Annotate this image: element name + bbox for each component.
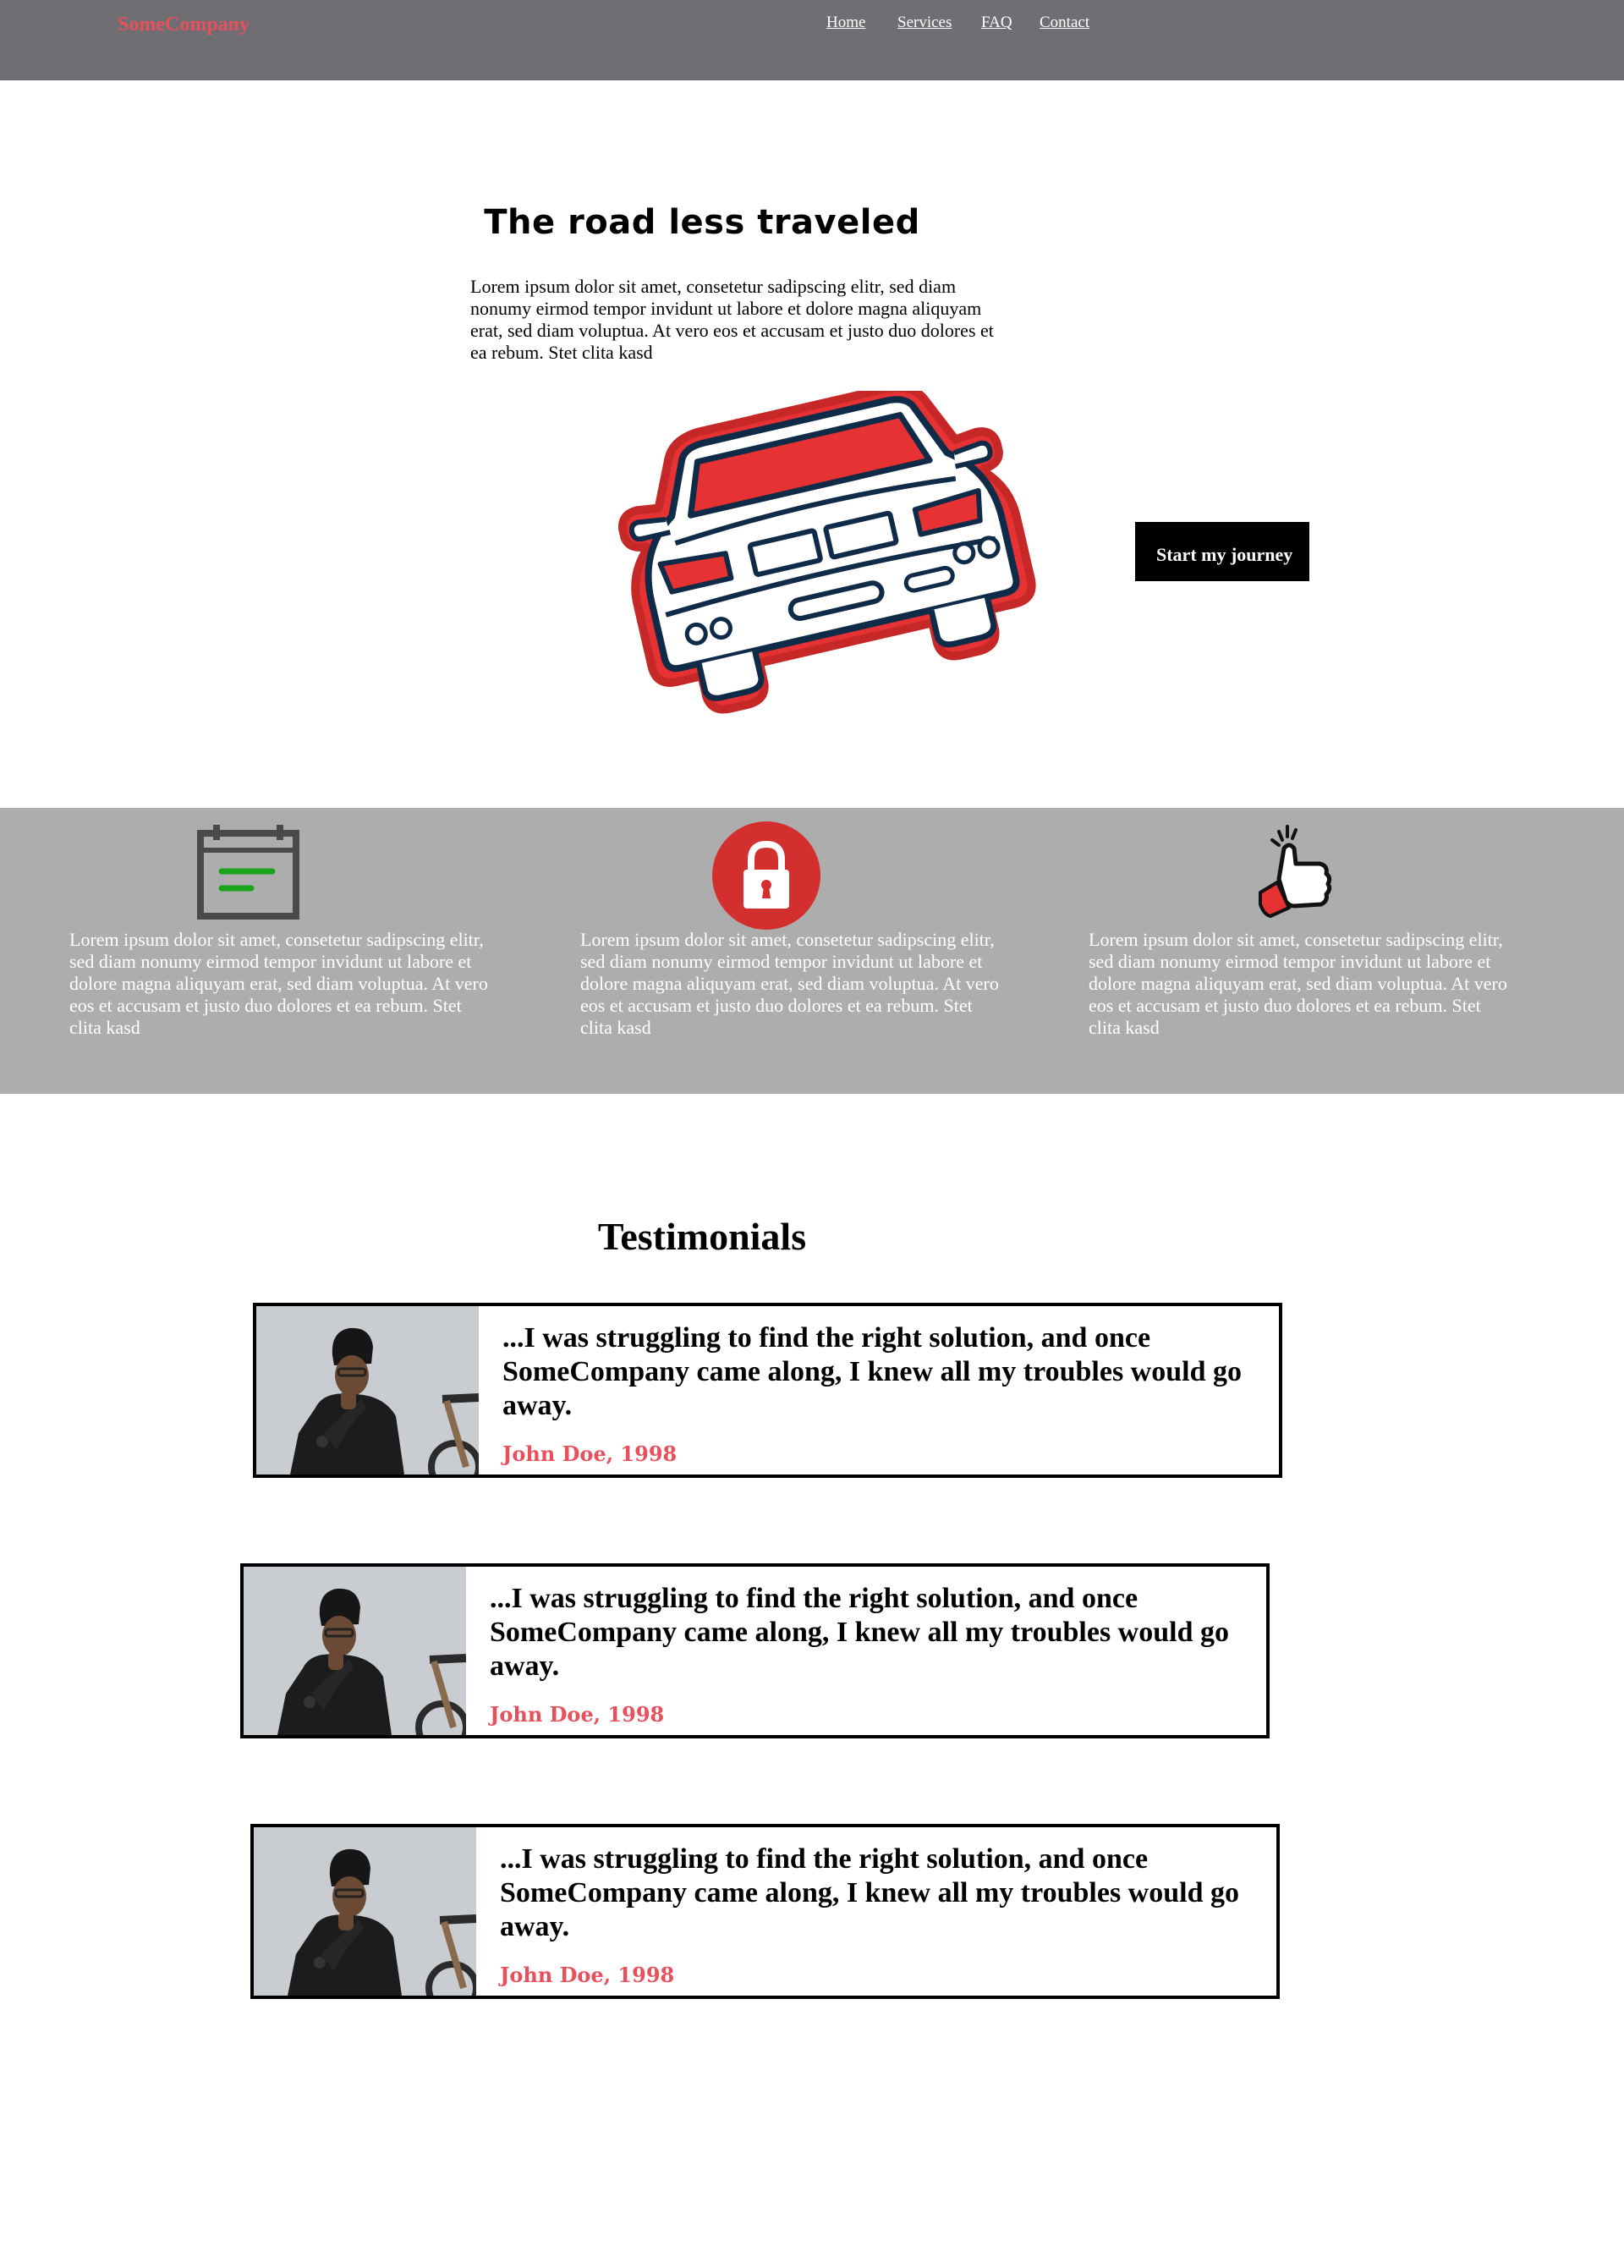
lock-icon <box>712 821 820 930</box>
feature-text: Lorem ipsum dolor sit amet, consetetur s… <box>69 929 488 1038</box>
testimonial-quote: ...I was struggling to find the right so… <box>490 1583 1229 1682</box>
nav-home-link[interactable]: Home <box>826 14 865 32</box>
nav-contact-link[interactable]: Contact <box>1040 14 1089 32</box>
site-header: SomeCompany Home Services FAQ Contact <box>0 0 1624 80</box>
feature-item: Lorem ipsum dolor sit amet, consetetur s… <box>580 808 1003 1094</box>
nav-faq-link[interactable]: FAQ <box>981 14 1012 32</box>
thumbs-up-icon <box>1259 825 1332 918</box>
car-illustration <box>618 391 1036 714</box>
feature-text: Lorem ipsum dolor sit amet, consetetur s… <box>1089 929 1507 1038</box>
nav-services-link[interactable]: Services <box>897 14 952 32</box>
start-journey-button[interactable]: Start my journey <box>1135 522 1309 581</box>
feature-item: Lorem ipsum dolor sit amet, consetetur s… <box>69 808 492 1094</box>
testimonial-card: ...I was struggling to find the right so… <box>253 1303 1282 1478</box>
testimonial-author: John Doe, 1998 <box>500 1963 675 1987</box>
main-nav: Home Services FAQ Contact <box>0 14 1624 39</box>
feature-text: Lorem ipsum dolor sit amet, consetetur s… <box>580 929 999 1038</box>
testimonial-card: ...I was struggling to find the right so… <box>250 1824 1280 1999</box>
testimonial-photo <box>256 1306 479 1474</box>
feature-item: Lorem ipsum dolor sit amet, consetetur s… <box>1089 808 1512 1094</box>
features-section: Lorem ipsum dolor sit amet, consetetur s… <box>0 808 1624 1094</box>
testimonial-author: John Doe, 1998 <box>490 1702 665 1727</box>
testimonial-card: ...I was struggling to find the right so… <box>240 1563 1270 1738</box>
hero-title: The road less traveled <box>484 203 920 242</box>
testimonial-quote: ...I was struggling to find the right so… <box>500 1843 1239 1942</box>
testimonial-author: John Doe, 1998 <box>502 1442 678 1466</box>
testimonials-title: Testimonials <box>597 1215 807 1258</box>
testimonial-quote: ...I was struggling to find the right so… <box>502 1322 1242 1421</box>
hero-text: Lorem ipsum dolor sit amet, consetetur s… <box>470 276 994 363</box>
calendar-icon <box>197 825 299 920</box>
testimonial-photo <box>254 1827 476 1996</box>
testimonial-photo <box>244 1567 466 1735</box>
